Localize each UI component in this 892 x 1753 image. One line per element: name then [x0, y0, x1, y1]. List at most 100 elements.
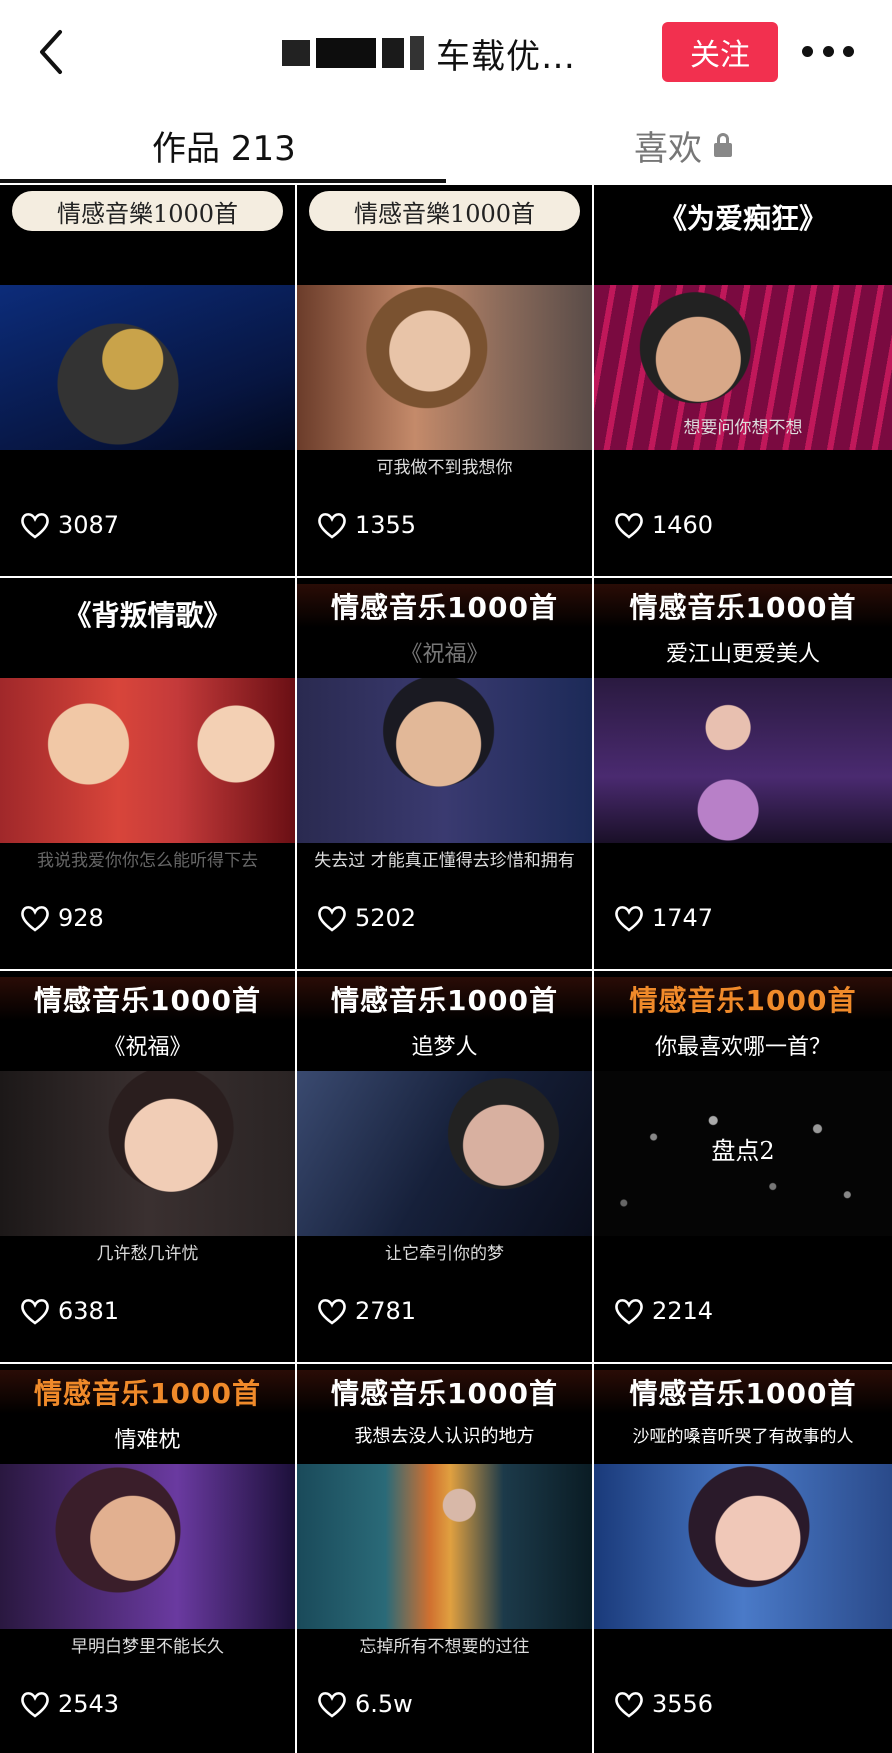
heart-icon	[615, 1299, 643, 1325]
banner-subtitle: 《祝福》	[400, 642, 489, 667]
video-thumbnail[interactable]: 情感音乐1000首 追梦人 让它牵引你的梦 2781	[297, 971, 594, 1364]
like-count-value: 3556	[652, 1690, 714, 1718]
banner-title: 情感音乐1000首	[594, 977, 892, 1021]
like-count-value: 1355	[355, 511, 417, 539]
heart-icon	[21, 906, 49, 932]
more-options-button[interactable]	[802, 36, 854, 66]
heart-icon	[318, 1692, 346, 1718]
heart-icon	[21, 1299, 49, 1325]
video-thumbnail[interactable]: 情感音乐1000首 我想去没人认识的地方 忘掉所有不想要的过往 6.5w	[297, 1364, 594, 1753]
like-count-value: 6381	[58, 1297, 120, 1325]
banner-title: 《背叛情歌》	[63, 599, 232, 632]
video-overlay-text: 盘点2	[711, 1137, 775, 1165]
video-banner: 情感音樂1000首	[297, 185, 592, 285]
lock-icon	[714, 133, 732, 157]
like-count-value: 2214	[652, 1297, 714, 1325]
video-banner: 《背叛情歌》	[0, 578, 295, 678]
video-banner: 情感音乐1000首 《祝福》	[297, 578, 592, 678]
back-button[interactable]	[30, 26, 74, 78]
like-count: 2543	[20, 1690, 119, 1718]
like-count: 928	[20, 904, 104, 932]
video-thumbnail[interactable]: 情感音乐1000首 情难枕 早明白梦里不能长久 2543	[0, 1364, 297, 1753]
video-thumbnail[interactable]: 《背叛情歌》 我说我爱你你怎么能听得下去 928	[0, 578, 297, 971]
like-count-value: 6.5w	[355, 1690, 413, 1718]
video-caption: 可我做不到我想你	[376, 458, 513, 478]
video-frame	[0, 1464, 295, 1629]
video-frame	[297, 1071, 592, 1236]
heart-icon	[615, 513, 643, 539]
banner-subtitle: 情难枕	[114, 1428, 181, 1453]
active-tab-indicator	[0, 179, 446, 183]
heart-icon	[318, 906, 346, 932]
banner-title: 情感音乐1000首	[297, 584, 592, 628]
ellipsis-icon	[843, 45, 854, 57]
video-frame	[297, 285, 592, 450]
tab-works-label: 作品 213	[152, 128, 296, 169]
like-count: 1355	[317, 511, 416, 539]
video-thumbnail[interactable]: 《为爱痴狂》 想要问你想不想 1460	[594, 185, 892, 578]
banner-title: 情感音樂1000首	[11, 191, 284, 231]
video-frame	[0, 678, 295, 843]
video-thumbnail[interactable]: 情感音乐1000首 爱江山更爱美人 1747	[594, 578, 892, 971]
heart-icon	[318, 513, 346, 539]
banner-subtitle: 沙哑的嗓音听哭了有故事的人	[632, 1427, 854, 1447]
profile-tabs: 作品 213 喜欢	[0, 105, 892, 185]
profile-title: 车载优…	[282, 28, 576, 78]
follow-button[interactable]: 关注	[662, 22, 778, 82]
video-thumbnail[interactable]: 情感音乐1000首 沙哑的嗓音听哭了有故事的人 3556	[594, 1364, 892, 1753]
ellipsis-icon	[822, 45, 834, 57]
video-banner: 情感音樂1000首	[0, 185, 295, 285]
like-count-value: 2781	[355, 1297, 417, 1325]
video-grid: 情感音樂1000首 3087 情感音樂1000首 可我做不到我想你 1355 《…	[0, 185, 892, 1753]
banner-subtitle: 追梦人	[411, 1035, 478, 1060]
like-count: 2214	[614, 1297, 713, 1325]
video-banner: 情感音乐1000首 你最喜欢哪一首？	[594, 971, 892, 1071]
banner-subtitle: 爱江山更爱美人	[665, 642, 820, 667]
video-banner: 情感音乐1000首 爱江山更爱美人	[594, 578, 892, 678]
redacted-name	[382, 38, 404, 68]
like-count: 6.5w	[317, 1690, 413, 1718]
video-thumbnail[interactable]: 情感音樂1000首 3087	[0, 185, 297, 578]
banner-title: 《为爱痴狂》	[658, 202, 827, 235]
ellipsis-icon	[802, 45, 813, 57]
like-count: 2781	[317, 1297, 416, 1325]
like-count: 1747	[614, 904, 713, 932]
tab-likes[interactable]: 喜欢	[634, 117, 732, 173]
video-thumbnail[interactable]: 情感音乐1000首 你最喜欢哪一首？ 盘点2 2214	[594, 971, 892, 1364]
like-count-value: 1460	[652, 511, 714, 539]
banner-title: 情感音乐1000首	[0, 1370, 295, 1414]
banner-title: 情感音乐1000首	[594, 1370, 892, 1414]
video-frame	[594, 678, 892, 843]
video-caption: 忘掉所有不想要的过往	[359, 1637, 530, 1657]
like-count: 5202	[317, 904, 416, 932]
banner-subtitle: 《祝福》	[103, 1035, 192, 1060]
video-banner: 情感音乐1000首 我想去没人认识的地方	[297, 1364, 592, 1464]
heart-icon	[615, 906, 643, 932]
video-caption: 早明白梦里不能长久	[71, 1637, 224, 1657]
video-thumbnail[interactable]: 情感音乐1000首 《祝福》 失去过 才能真正懂得去珍惜和拥有 5202	[297, 578, 594, 971]
video-thumbnail[interactable]: 情感音乐1000首 《祝福》 几许愁几许忧 6381	[0, 971, 297, 1364]
like-count: 3087	[20, 511, 119, 539]
video-frame	[297, 1464, 592, 1629]
video-banner: 情感音乐1000首 情难枕	[0, 1364, 295, 1464]
like-count-value: 5202	[355, 904, 417, 932]
heart-icon	[318, 1299, 346, 1325]
banner-title: 情感音乐1000首	[0, 977, 295, 1021]
video-banner: 《为爱痴狂》	[594, 185, 892, 285]
video-banner: 情感音乐1000首 追梦人	[297, 971, 592, 1071]
top-bar: 车载优… 关注	[0, 0, 892, 105]
profile-title-text: 车载优…	[436, 36, 576, 77]
video-frame	[594, 1464, 892, 1629]
video-frame	[0, 285, 295, 450]
tab-works[interactable]: 作品 213	[152, 117, 296, 173]
heart-icon	[21, 1692, 49, 1718]
banner-subtitle: 你最喜欢哪一首？	[654, 1035, 831, 1060]
banner-title: 情感音乐1000首	[297, 977, 592, 1021]
banner-subtitle: 我想去没人认识的地方	[354, 1426, 535, 1447]
like-count-value: 2543	[58, 1690, 120, 1718]
video-thumbnail[interactable]: 情感音樂1000首 可我做不到我想你 1355	[297, 185, 594, 578]
redacted-name	[316, 38, 376, 68]
like-count-value: 1747	[652, 904, 714, 932]
video-caption: 让它牵引你的梦	[385, 1244, 504, 1264]
like-count-value: 3087	[58, 511, 120, 539]
